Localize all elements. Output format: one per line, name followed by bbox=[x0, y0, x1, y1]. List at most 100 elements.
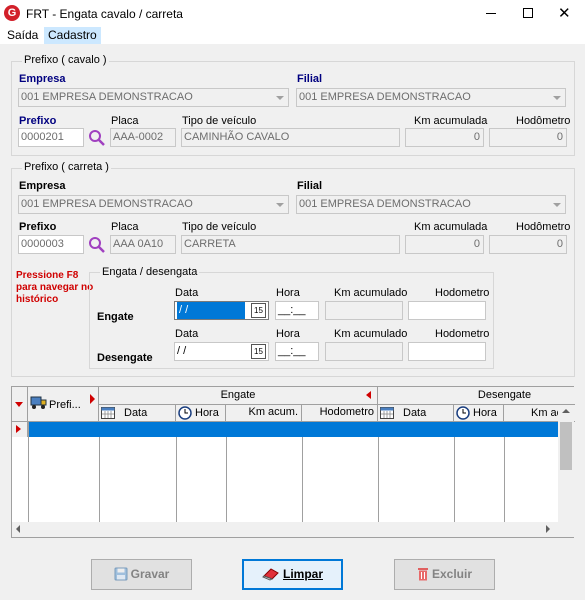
grid-header-data[interactable]: Data bbox=[99, 405, 176, 422]
sort-down-icon bbox=[15, 402, 23, 407]
carreta-prefixo-label: Prefixo bbox=[19, 221, 57, 233]
calendar-icon[interactable]: 15 bbox=[251, 344, 266, 359]
grid-header-km[interactable]: Km acum. bbox=[226, 405, 302, 422]
engate-time-input[interactable]: __:__ bbox=[275, 301, 319, 320]
calendar-icon bbox=[380, 407, 394, 419]
grid-line bbox=[28, 422, 29, 522]
excluir-button[interactable]: Excluir bbox=[394, 559, 495, 590]
window-title: FRT - Engata cavalo / carreta bbox=[26, 7, 183, 21]
scroll-up-icon[interactable] bbox=[562, 409, 570, 413]
grid-line bbox=[176, 437, 177, 522]
grid-header-hora[interactable]: Hora bbox=[176, 405, 226, 422]
limpar-button[interactable]: Limpar bbox=[242, 559, 343, 590]
engate-date-value: / / bbox=[177, 302, 245, 319]
calendar-icon[interactable]: 15 bbox=[251, 303, 266, 318]
cavalo-empresa-label: Empresa bbox=[19, 73, 66, 85]
menu-saida[interactable]: Saída bbox=[3, 27, 42, 44]
cavalo-filial-select[interactable]: 001 EMPRESA DEMONSTRACAO bbox=[296, 88, 566, 107]
grid-header-hodometro[interactable]: Hodometro bbox=[302, 405, 378, 422]
desengate-date-value: / / bbox=[177, 345, 187, 357]
grid-line bbox=[99, 437, 100, 522]
chevron-down-icon[interactable] bbox=[549, 197, 564, 212]
desengate-time-input[interactable]: __:__ bbox=[275, 342, 319, 361]
carreta-prefixo-input[interactable]: 0000003 bbox=[18, 235, 84, 254]
grid-group-desengate-label: Desengate bbox=[477, 389, 532, 401]
engate-date-input[interactable]: / / 15 bbox=[174, 301, 269, 320]
carreta-hodometro-field: 0 bbox=[489, 235, 567, 254]
gravar-button[interactable]: Gravar bbox=[91, 559, 192, 590]
grid-line bbox=[226, 437, 227, 522]
engata-group-legend: Engata / desengata bbox=[100, 266, 200, 278]
truck-icon bbox=[30, 396, 47, 409]
cavalo-hodometro-label: Hodômetro bbox=[516, 115, 571, 127]
menu-cadastro[interactable]: Cadastro bbox=[44, 27, 101, 44]
vertical-scroll-thumb[interactable] bbox=[560, 422, 572, 470]
scroll-left-icon[interactable] bbox=[16, 525, 20, 533]
carreta-km-label: Km acumulada bbox=[414, 221, 488, 233]
chevron-down-icon[interactable] bbox=[272, 90, 287, 105]
trash-icon bbox=[417, 568, 428, 581]
cavalo-hodometro-field: 0 bbox=[489, 128, 567, 147]
engate-km-field bbox=[325, 301, 403, 320]
cavalo-prefixo-label: Prefixo bbox=[19, 115, 57, 127]
carreta-empresa-select[interactable]: 001 EMPRESA DEMONSTRACAO bbox=[18, 195, 289, 214]
desengate-hora-label: Hora bbox=[276, 328, 300, 340]
cavalo-filial-value: 001 EMPRESA DEMONSTRACAO bbox=[299, 91, 471, 103]
collapse-left-icon[interactable] bbox=[366, 391, 371, 399]
grid-header-km-label: Km acum. bbox=[248, 406, 298, 418]
menu-bar: Saída Cadastro bbox=[0, 27, 585, 44]
grid-header-hora-desengate-label: Hora bbox=[473, 407, 497, 419]
excluir-button-label: Excluir bbox=[431, 567, 473, 581]
clock-icon bbox=[178, 406, 192, 420]
grid-header-hodometro-label: Hodometro bbox=[319, 406, 374, 418]
current-row-icon bbox=[16, 425, 21, 433]
desengate-hodometro-input[interactable] bbox=[408, 342, 486, 361]
grid-header-prefixo[interactable]: Prefi... bbox=[28, 387, 99, 422]
cavalo-filial-label: Filial bbox=[297, 73, 323, 85]
cavalo-empresa-select[interactable]: 001 EMPRESA DEMONSTRACAO bbox=[18, 88, 289, 107]
carreta-filial-select[interactable]: 001 EMPRESA DEMONSTRACAO bbox=[296, 195, 566, 214]
horizontal-scrollbar[interactable] bbox=[12, 522, 574, 537]
limpar-button-label: Limpar bbox=[282, 567, 323, 581]
engate-hodometro-input[interactable] bbox=[408, 301, 486, 320]
table-row[interactable] bbox=[28, 422, 558, 437]
row-indicator[interactable] bbox=[12, 422, 28, 437]
scroll-right-icon[interactable] bbox=[546, 525, 550, 533]
cavalo-prefixo-input[interactable]: 0000201 bbox=[18, 128, 84, 147]
chevron-down-icon[interactable] bbox=[549, 90, 564, 105]
desengate-km-label: Km acumulado bbox=[334, 328, 408, 340]
carreta-hodometro-label: Hodômetro bbox=[516, 221, 571, 233]
carreta-placa-field: AAA 0A10 bbox=[110, 235, 176, 254]
grid-header-hora-desengate[interactable]: Hora bbox=[454, 405, 504, 422]
desengate-hodometro-label: Hodometro bbox=[435, 328, 490, 340]
grid-header-data-desengate[interactable]: Data bbox=[378, 405, 454, 422]
grid-line bbox=[454, 437, 455, 522]
maximize-icon[interactable] bbox=[523, 8, 533, 18]
grid-header-data-desengate-label: Data bbox=[403, 407, 427, 419]
cavalo-placa-field: AAA-0002 bbox=[110, 128, 176, 147]
minimize-icon[interactable] bbox=[486, 13, 496, 14]
cavalo-km-label: Km acumulada bbox=[414, 115, 488, 127]
grid-header-prefixo-label: Prefi... bbox=[49, 399, 81, 411]
search-icon[interactable] bbox=[88, 129, 106, 147]
history-grid[interactable]: Prefi... Engate Desengate Data Hora Km a… bbox=[11, 386, 575, 538]
vertical-scrollbar[interactable] bbox=[558, 405, 574, 522]
grid-group-engate: Engate bbox=[99, 387, 378, 405]
engate-data-label: Data bbox=[175, 287, 199, 299]
desengate-date-input[interactable]: / / 15 bbox=[174, 342, 269, 361]
engate-km-label: Km acumulado bbox=[334, 287, 408, 299]
grid-header-hora-label: Hora bbox=[195, 407, 219, 419]
desengate-row-label: Desengate bbox=[97, 352, 153, 364]
chevron-down-icon[interactable] bbox=[272, 197, 287, 212]
clock-icon bbox=[456, 406, 470, 420]
cavalo-tipo-label: Tipo de veículo bbox=[182, 115, 257, 127]
search-icon[interactable] bbox=[88, 236, 106, 254]
save-icon bbox=[114, 567, 128, 581]
carreta-filial-label: Filial bbox=[297, 180, 323, 192]
engate-hodometro-label: Hodometro bbox=[435, 287, 490, 299]
grid-line bbox=[504, 437, 505, 522]
grid-line bbox=[302, 437, 303, 522]
app-logo-icon: G bbox=[4, 5, 20, 21]
cavalo-tipo-field: CAMINHÃO CAVALO bbox=[181, 128, 400, 147]
close-icon[interactable]: ✕ bbox=[558, 4, 571, 22]
